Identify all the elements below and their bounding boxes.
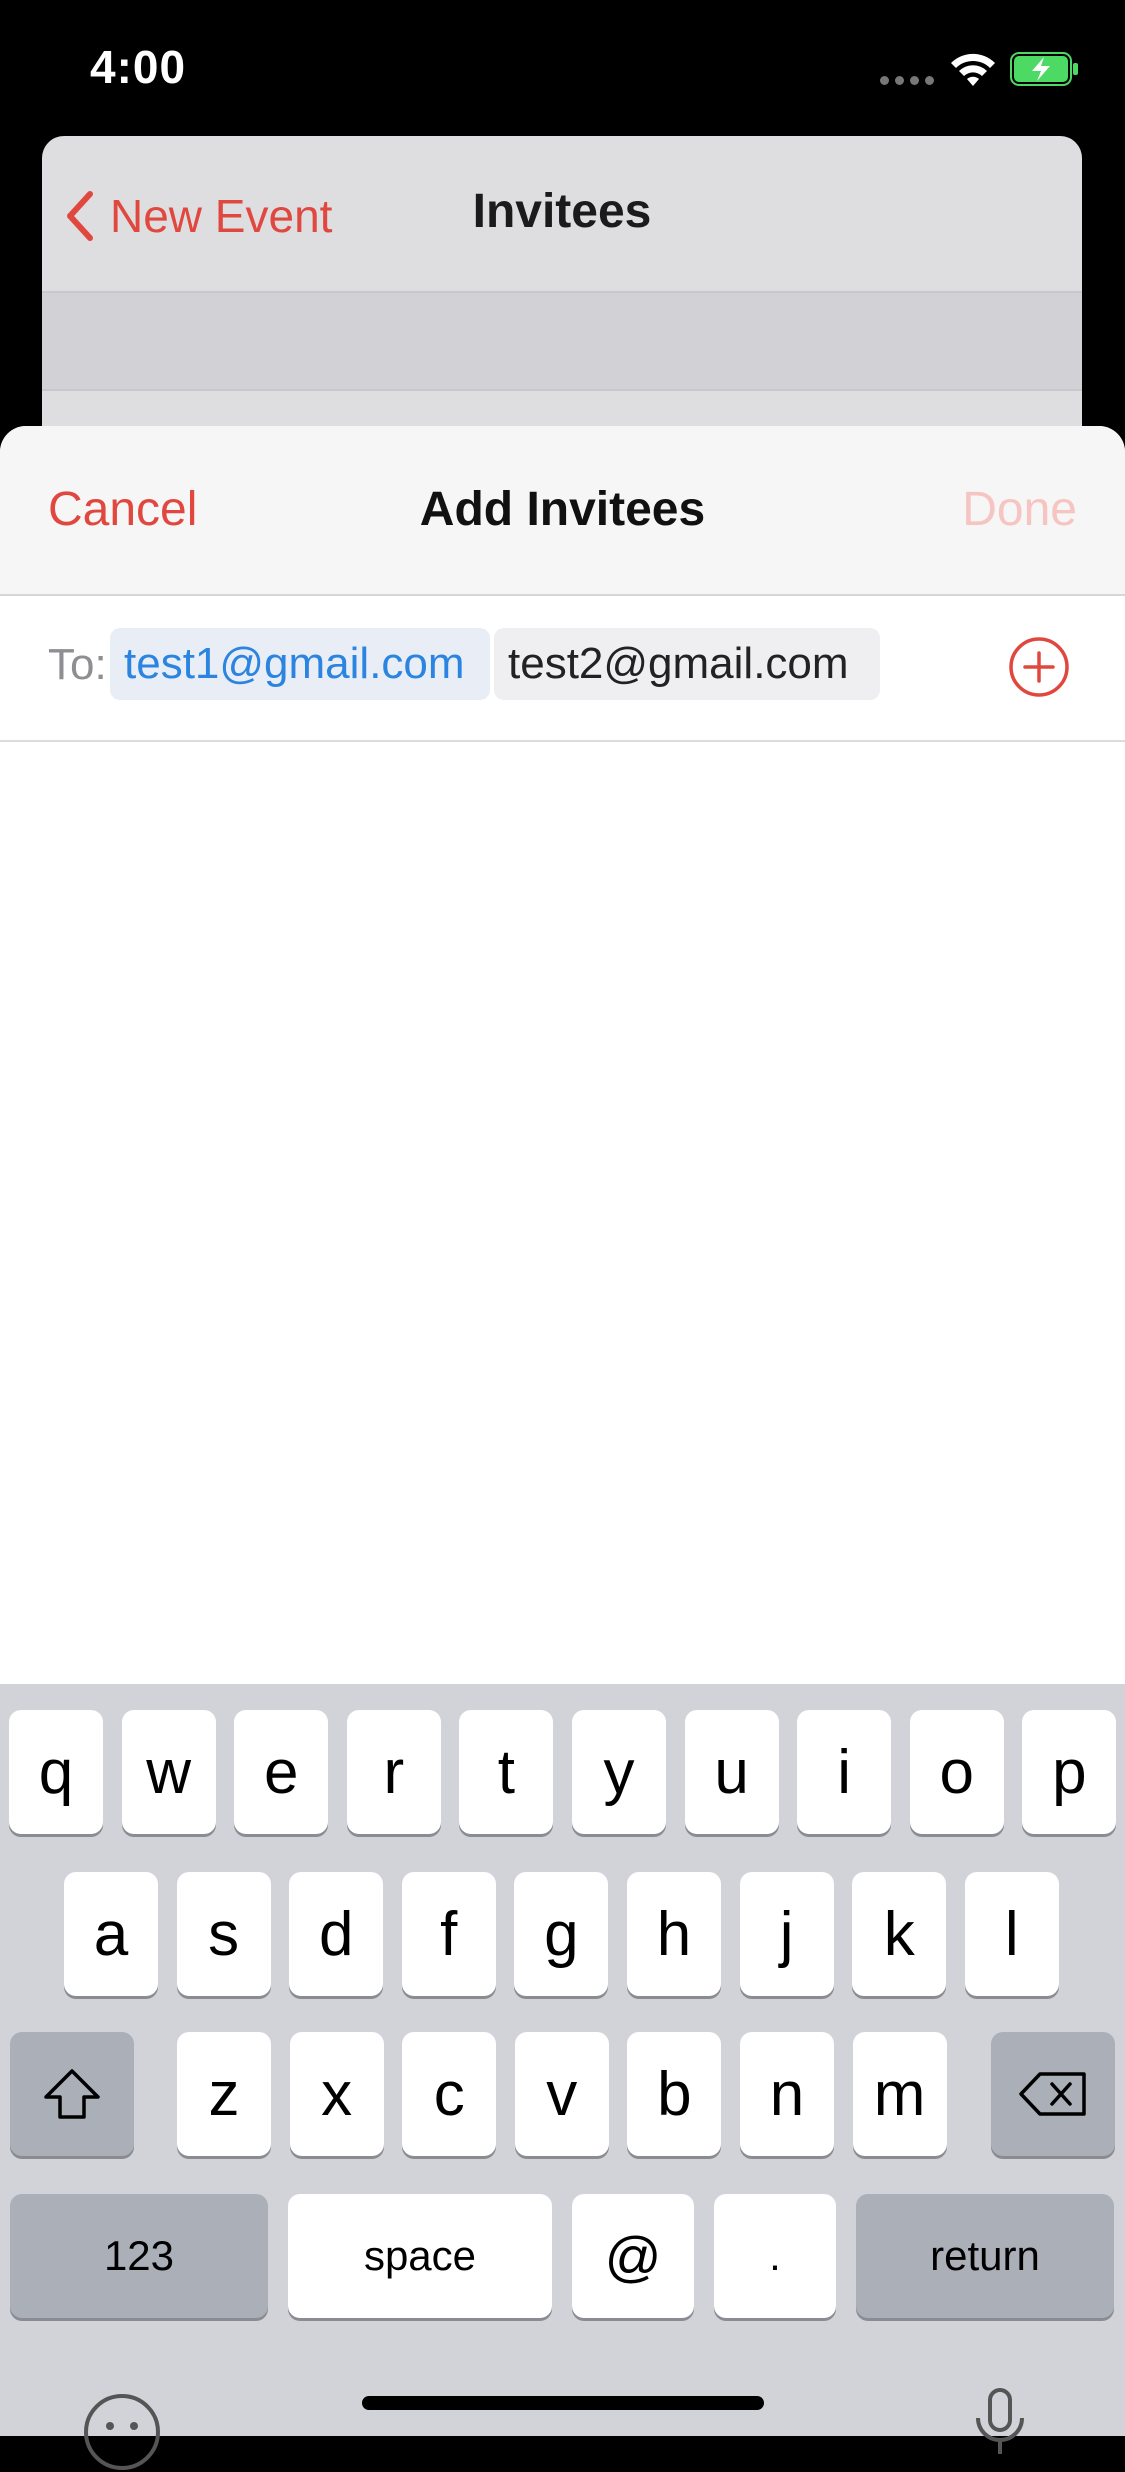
- background-list-row: [42, 293, 1082, 391]
- key-l[interactable]: l: [964, 1872, 1059, 1996]
- sheet-nav-bar: Cancel Add Invitees Done: [0, 426, 1125, 596]
- sheet-title: Add Invitees: [419, 483, 706, 536]
- key-d[interactable]: d: [289, 1872, 384, 1996]
- key-m[interactable]: m: [852, 2032, 947, 2156]
- numbers-key[interactable]: 123: [10, 2194, 268, 2318]
- status-bar: 4:00: [0, 0, 1125, 135]
- space-key[interactable]: space: [288, 2194, 552, 2318]
- key-f[interactable]: f: [401, 1872, 496, 1996]
- key-a[interactable]: a: [64, 1872, 158, 1996]
- key-w[interactable]: w: [121, 1710, 216, 1834]
- key-s[interactable]: s: [176, 1872, 271, 1996]
- wifi-icon: [951, 53, 995, 86]
- invitee-token-selected[interactable]: test1@gmail.com: [110, 628, 490, 700]
- key-r[interactable]: r: [346, 1710, 441, 1834]
- done-button[interactable]: Done: [962, 482, 1077, 537]
- microphone-icon[interactable]: [970, 2386, 1030, 2456]
- key-v[interactable]: v: [514, 2032, 609, 2156]
- add-contact-icon[interactable]: [1008, 636, 1070, 698]
- emoji-icon[interactable]: [82, 2392, 162, 2472]
- at-key[interactable]: @: [572, 2194, 694, 2318]
- delete-icon: [1019, 2072, 1086, 2116]
- key-k[interactable]: k: [852, 1872, 947, 1996]
- cellular-signal-icon: [880, 76, 936, 86]
- key-e[interactable]: e: [234, 1710, 329, 1834]
- key-i[interactable]: i: [797, 1710, 892, 1834]
- key-c[interactable]: c: [402, 2032, 497, 2156]
- status-time: 4:00: [90, 41, 187, 93]
- invitee-token[interactable]: test2@gmail.com: [494, 628, 880, 700]
- shift-icon: [44, 2069, 100, 2119]
- key-j[interactable]: j: [739, 1872, 834, 1996]
- key-y[interactable]: y: [572, 1710, 666, 1834]
- key-g[interactable]: g: [514, 1872, 609, 1996]
- key-n[interactable]: n: [740, 2032, 834, 2156]
- to-label: To:: [48, 640, 107, 689]
- home-indicator: [362, 2396, 764, 2410]
- key-b[interactable]: b: [627, 2032, 722, 2156]
- keyboard: qwertyuiop asdfghjkl zxcvbnm 123 space @…: [0, 1684, 1125, 2436]
- key-p[interactable]: p: [1022, 1710, 1117, 1834]
- shift-key[interactable]: [10, 2032, 134, 2156]
- battery-charging-icon: [1010, 52, 1078, 86]
- dot-key[interactable]: .: [714, 2194, 836, 2318]
- return-key[interactable]: return: [856, 2194, 1114, 2318]
- key-u[interactable]: u: [684, 1710, 779, 1834]
- key-h[interactable]: h: [627, 1872, 721, 1996]
- key-t[interactable]: t: [459, 1710, 554, 1834]
- key-x[interactable]: x: [289, 2032, 384, 2156]
- key-z[interactable]: z: [177, 2032, 271, 2156]
- recipients-field[interactable]: To: test1@gmail.com test2@gmail.com: [0, 594, 1125, 742]
- key-q[interactable]: q: [9, 1710, 103, 1834]
- key-o[interactable]: o: [909, 1710, 1004, 1834]
- background-nav-bar: New Event Invitees: [42, 136, 1082, 293]
- background-title: Invitees: [472, 185, 652, 238]
- delete-key[interactable]: [991, 2032, 1115, 2156]
